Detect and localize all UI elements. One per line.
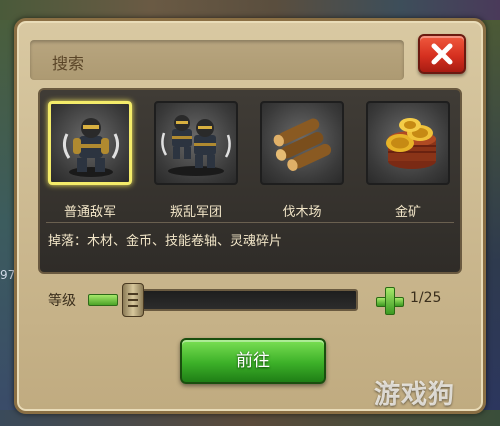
gold-coins-icon	[386, 118, 436, 169]
go-button[interactable]: 前往	[180, 338, 326, 384]
wood-logs-icon	[273, 118, 332, 171]
category-slot-normal-enemy[interactable]	[48, 101, 132, 185]
level-decrease-button[interactable]	[88, 294, 118, 306]
watermark: 游戏狗	[374, 380, 456, 410]
panel-divider	[46, 222, 454, 223]
level-slider-track[interactable]	[124, 289, 358, 311]
search-title: 搜索	[52, 54, 85, 73]
ninja-soldier-icon	[62, 118, 120, 177]
category-label-gold-mine: 金矿	[394, 205, 421, 220]
search-title-bar: 搜索	[30, 40, 404, 80]
close-button[interactable]	[418, 34, 466, 74]
category-slot-gold-mine[interactable]	[366, 101, 450, 185]
category-label-rebel-legion: 叛乱军团	[169, 205, 222, 220]
category-panel: 普通敌军 叛乱军团 伐木场 金矿 掉落：木材、金币、技能卷轴、灵魂碎片	[38, 88, 462, 274]
close-x-icon	[431, 43, 453, 65]
level-increase-button[interactable]	[376, 287, 404, 315]
ninja-squad-icon	[161, 115, 231, 176]
level-count: 1/25	[410, 290, 442, 306]
left-number: 97	[0, 268, 16, 282]
category-label-lumber-yard: 伐木场	[282, 205, 322, 220]
category-slot-rebel-legion[interactable]	[154, 101, 238, 185]
level-slider-handle[interactable]	[122, 283, 144, 317]
level-label: 等级	[48, 293, 76, 309]
category-slot-lumber-yard[interactable]	[260, 101, 344, 185]
drops-text: 掉落：木材、金币、技能卷轴、灵魂碎片	[48, 234, 283, 249]
category-label-normal-enemy: 普通敌军	[63, 205, 116, 220]
